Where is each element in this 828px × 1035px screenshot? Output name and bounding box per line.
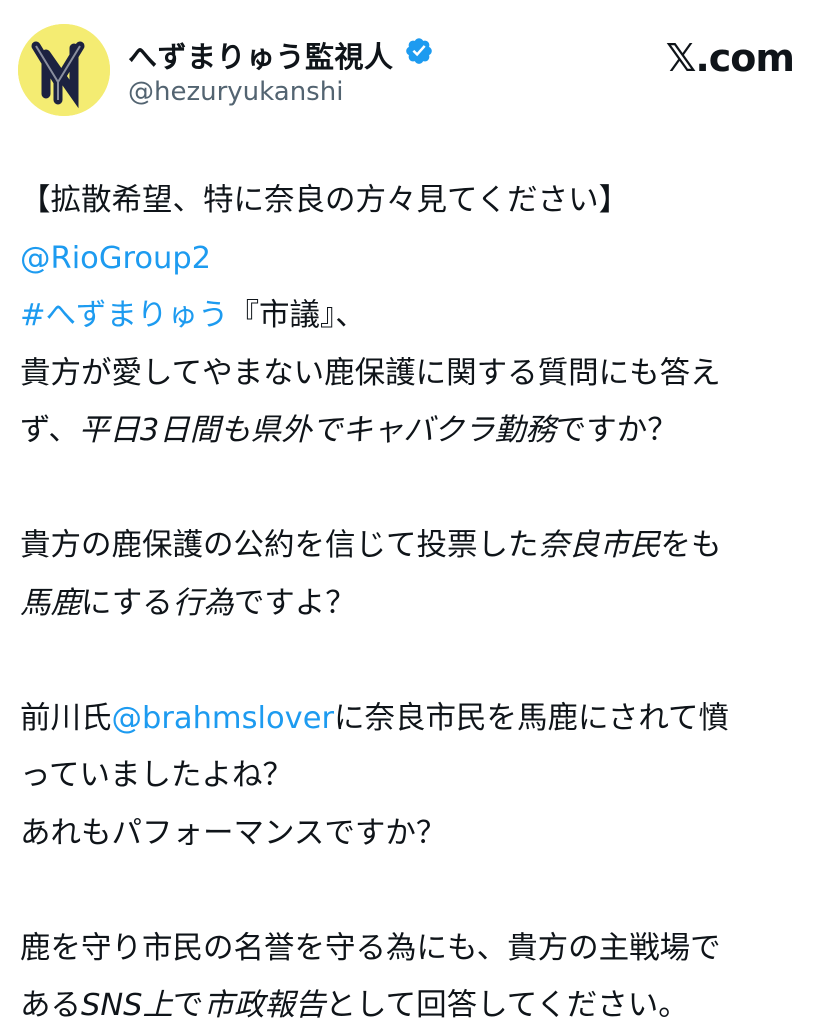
emphasis-text: 馬鹿 — [20, 585, 81, 621]
emphasis-text: SNS上 — [81, 988, 174, 1023]
tweet-line: #へずまりゅう『市議』、 — [20, 287, 810, 345]
text-span: 貴方の鹿保護の公約を信じて投票した — [20, 528, 539, 563]
tweet-line: 鹿を守り市民の名誉を守る為にも、貴方の主戦場で — [20, 920, 810, 978]
display-name[interactable]: へずまりゅう監視人 — [128, 34, 394, 76]
tweet-line: 前川氏@brahmsloverに奈良市民を馬鹿にされて憤 — [20, 690, 810, 748]
ny-logo-avatar — [18, 24, 110, 116]
verified-badge-icon — [406, 38, 432, 64]
tweet-line: あるSNS上で市政報告として回答してください。 — [20, 977, 810, 1035]
mention-link[interactable]: @brahmslover — [112, 701, 335, 736]
text-span: あれもパフォーマンスですか？ — [20, 815, 447, 851]
tweet-line: 貴方が愛してやまない鹿保護に関する質問にも答え — [20, 345, 810, 403]
text-span: 鹿を守り市民の名誉を守る為にも、貴方の主戦場で — [20, 930, 721, 966]
tweet-line: 貴方の鹿保護の公約を信じて投票した奈良市民をも — [20, 517, 810, 575]
text-span: ある — [20, 988, 81, 1023]
text-span: ですか？ — [555, 413, 678, 448]
text-span: 『市議』、 — [228, 298, 366, 333]
tweet-line: @RioGroup2 — [20, 230, 810, 288]
text-span: をも — [660, 528, 722, 563]
text-span: 前川氏 — [20, 700, 112, 736]
user-handle[interactable]: @hezuryukanshi — [128, 77, 343, 107]
text-span: 【拡散希望、特に奈良の方々見てください】 — [20, 183, 630, 218]
hashtag-link[interactable]: #へずまりゅう — [20, 298, 229, 333]
tweet-header: へずまりゅう監視人 @hezuryukanshi 𝕏.com — [0, 0, 828, 135]
x-com-logo[interactable]: 𝕏.com — [666, 36, 795, 80]
text-span: 貴方が愛してやまない鹿保護に関する質問にも答え — [20, 355, 721, 391]
text-span: ですよ？ — [233, 585, 356, 621]
emphasis-text: 平日3日間も県外でキャバクラ勤務 — [78, 413, 556, 448]
tweet-body: 【拡散希望、特に奈良の方々見てください】 @RioGroup2 #へずまりゅう『… — [20, 172, 810, 1035]
emphasis-text: 市政報告 — [203, 988, 326, 1023]
text-span: ず、 — [20, 413, 79, 448]
tweet-line: 馬鹿にする行為ですよ？ — [20, 575, 810, 633]
text-span: として回答してください。 — [325, 988, 689, 1023]
text-span: にする — [81, 585, 173, 621]
tweet-line: ず、平日3日間も県外でキャバクラ勤務ですか？ — [20, 402, 810, 460]
tweet-line: 【拡散希望、特に奈良の方々見てください】 — [20, 172, 810, 230]
emphasis-text: 奈良市民 — [538, 528, 661, 563]
tweet-line: っていましたよね？ — [20, 747, 810, 805]
text-span: っていましたよね？ — [20, 758, 293, 793]
text-span: で — [173, 988, 204, 1023]
text-span: に奈良市民を馬鹿にされて憤 — [334, 700, 729, 736]
profile-avatar[interactable] — [18, 24, 110, 116]
emphasis-text: 行為 — [172, 585, 234, 621]
tweet-line: あれもパフォーマンスですか？ — [20, 805, 810, 863]
mention-link[interactable]: @RioGroup2 — [20, 241, 211, 276]
